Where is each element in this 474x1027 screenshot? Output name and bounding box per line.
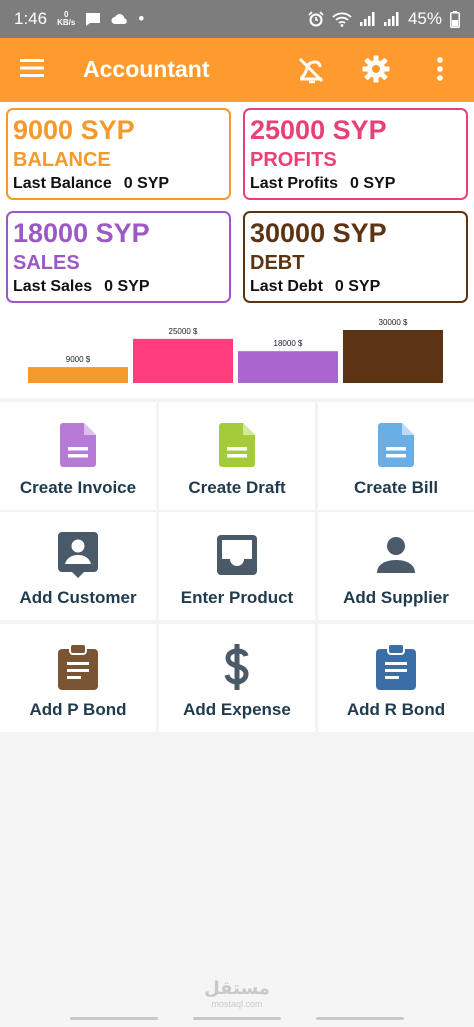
action-grid: Create Invoice Create Draft Create Bill … bbox=[0, 400, 474, 736]
stats-panel: 9000 SYP BALANCE Last Balance 0 SYP 25000… bbox=[0, 102, 474, 306]
draft-file-icon bbox=[219, 422, 255, 468]
alarm-icon bbox=[308, 11, 324, 27]
create-draft-label: Create Draft bbox=[188, 478, 286, 497]
battery-percent: 45% bbox=[407, 9, 442, 28]
app-bar: Accountant bbox=[0, 38, 474, 102]
bar-chart: 9000 $ 25000 $ 18000 $ 30000 $ bbox=[28, 318, 443, 383]
chart-bar-4 bbox=[343, 330, 443, 383]
status-time: 1:46 bbox=[14, 9, 48, 28]
chart-data-label-4: 30000 $ bbox=[379, 318, 408, 327]
add-expense-button[interactable]: Add Expense bbox=[159, 624, 315, 732]
last-debt: Last Debt 0 SYP bbox=[250, 278, 381, 295]
customer-contact-icon bbox=[58, 532, 98, 578]
notification-dot: • bbox=[138, 9, 145, 28]
cloud-icon bbox=[111, 13, 128, 25]
add-supplier-label: Add Supplier bbox=[343, 588, 449, 607]
r-bond-clipboard-icon bbox=[376, 644, 416, 690]
chart-bar-3 bbox=[238, 351, 338, 383]
gear-icon[interactable] bbox=[362, 55, 390, 88]
balance-label: BALANCE bbox=[13, 149, 111, 171]
nav-bar-line-right bbox=[316, 1017, 404, 1020]
add-customer-button[interactable]: Add Customer bbox=[0, 512, 156, 620]
chart-data-label-1: 9000 $ bbox=[66, 355, 91, 364]
create-bill-button[interactable]: Create Bill bbox=[318, 402, 474, 510]
mute-icon[interactable] bbox=[296, 56, 326, 89]
product-inbox-icon bbox=[217, 532, 257, 578]
add-p-bond-label: Add P Bond bbox=[29, 700, 127, 719]
menu-icon[interactable] bbox=[20, 58, 44, 83]
expense-dollar-icon bbox=[222, 644, 252, 690]
create-invoice-label: Create Invoice bbox=[19, 478, 137, 497]
add-r-bond-label: Add R Bond bbox=[346, 700, 446, 719]
battery-icon bbox=[450, 10, 460, 28]
profits-label: PROFITS bbox=[250, 149, 337, 171]
nav-bar-line-center bbox=[193, 1017, 281, 1020]
watermark-arabic: مستقل bbox=[204, 978, 270, 998]
watermark-latin: mostaql.com bbox=[211, 999, 263, 1009]
invoice-file-icon bbox=[60, 422, 96, 468]
add-supplier-button[interactable]: Add Supplier bbox=[318, 512, 474, 620]
add-r-bond-button[interactable]: Add R Bond bbox=[318, 624, 474, 732]
last-balance: Last Balance 0 SYP bbox=[13, 175, 170, 192]
network-speed: 0 KB/s bbox=[57, 10, 76, 27]
p-bond-clipboard-icon bbox=[58, 644, 98, 690]
chart-data-label-2: 25000 $ bbox=[169, 327, 198, 336]
chart-bar-2 bbox=[133, 338, 233, 383]
signal-icon bbox=[359, 12, 376, 26]
signal-icon-2 bbox=[383, 12, 400, 26]
last-sales: Last Sales 0 SYP bbox=[13, 278, 150, 295]
chart-data-label-3: 18000 $ bbox=[274, 339, 303, 348]
last-profits: Last Profits 0 SYP bbox=[250, 175, 396, 192]
sales-card[interactable]: 18000 SYP SALES Last Sales 0 SYP bbox=[6, 211, 231, 303]
supplier-person-icon bbox=[377, 532, 415, 578]
watermark-logo: مستقل mostaql.com bbox=[195, 978, 279, 1009]
add-p-bond-button[interactable]: Add P Bond bbox=[0, 624, 156, 732]
create-draft-button[interactable]: Create Draft bbox=[159, 402, 315, 510]
enter-product-button[interactable]: Enter Product bbox=[159, 512, 315, 620]
enter-product-label: Enter Product bbox=[180, 588, 294, 607]
create-bill-label: Create Bill bbox=[353, 478, 439, 497]
sales-amount: 18000 SYP bbox=[13, 218, 150, 248]
app-title: Accountant bbox=[83, 56, 210, 82]
create-invoice-button[interactable]: Create Invoice bbox=[0, 402, 156, 510]
balance-card[interactable]: 9000 SYP BALANCE Last Balance 0 SYP bbox=[6, 108, 231, 200]
wifi-icon bbox=[332, 12, 352, 27]
balance-amount: 9000 SYP bbox=[13, 115, 135, 145]
summary-chart: 9000 $ 25000 $ 18000 $ 30000 $ bbox=[0, 306, 474, 398]
more-options-icon[interactable] bbox=[436, 56, 444, 87]
debt-card[interactable]: 30000 SYP DEBT Last Debt 0 SYP bbox=[243, 211, 468, 303]
profits-card[interactable]: 25000 SYP PROFITS Last Profits 0 SYP bbox=[243, 108, 468, 200]
debt-label: DEBT bbox=[250, 252, 305, 274]
add-customer-label: Add Customer bbox=[19, 588, 137, 607]
bill-file-icon bbox=[378, 422, 414, 468]
sales-label: SALES bbox=[13, 252, 80, 274]
chart-bar-1 bbox=[28, 367, 128, 383]
status-bar: 1:46 0 KB/s • 45% bbox=[0, 0, 474, 38]
profits-amount: 25000 SYP bbox=[250, 115, 387, 145]
nav-bar-line-left bbox=[70, 1017, 158, 1020]
add-expense-label: Add Expense bbox=[183, 700, 291, 719]
debt-amount: 30000 SYP bbox=[250, 218, 387, 248]
message-icon bbox=[85, 12, 101, 27]
